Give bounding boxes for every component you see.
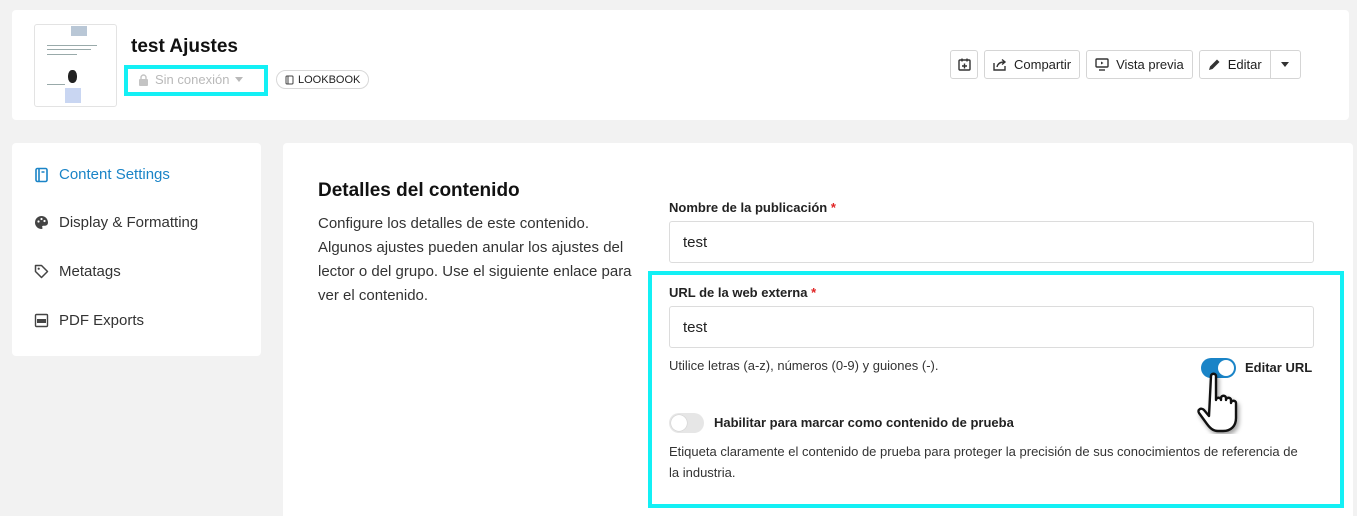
header-toolbar: Compartir Vista previa Editar [950, 50, 1301, 79]
lock-icon [139, 73, 148, 86]
sidebar-item-pdf-exports[interactable]: PDF Exports [34, 312, 144, 329]
edit-label: Editar [1227, 57, 1262, 72]
publication-name-input[interactable]: test [669, 221, 1314, 263]
status-highlight: Sin conexión [124, 65, 268, 96]
required-asterisk: * [811, 285, 817, 300]
pdf-icon [34, 313, 49, 328]
status-dropdown[interactable]: Sin conexión [138, 72, 244, 87]
caret-down-icon [235, 77, 244, 82]
book-icon [35, 167, 48, 182]
content-thumbnail[interactable] [34, 24, 117, 107]
schedule-button[interactable] [950, 50, 978, 79]
section-description: Configure los detalles de este contenido… [318, 215, 632, 304]
book-icon [285, 75, 294, 84]
test-content-toggle[interactable] [669, 413, 704, 433]
publication-name-label: Nombre de la publicación * [669, 200, 836, 215]
tag-icon [34, 264, 49, 279]
badge-label: LOOKBOOK [298, 73, 361, 86]
sidebar-item-content-settings[interactable]: Content Settings [34, 166, 170, 183]
edit-button[interactable]: Editar [1200, 51, 1271, 78]
edit-split-button: Editar [1198, 50, 1301, 79]
sidebar-item-metatags[interactable]: Metatags [34, 263, 121, 280]
share-icon [993, 58, 1007, 71]
content-details-panel: Detalles del contenido Configure los det… [283, 143, 1353, 516]
caret-down-icon [1281, 62, 1290, 67]
external-url-label: URL de la web externa * [669, 285, 817, 300]
required-asterisk: * [830, 200, 836, 215]
status-label: Sin conexión [155, 72, 230, 87]
test-content-description: Etiqueta claramente el contenido de prue… [669, 444, 1298, 480]
sidebar-item-label: PDF Exports [59, 312, 145, 329]
content-header: test Ajustes Sin conexión LOOKBOOK Compa… [12, 10, 1349, 120]
monitor-play-icon [1095, 58, 1109, 71]
calendar-plus-icon [957, 58, 971, 71]
pencil-icon [1208, 59, 1220, 70]
hand-cursor-icon [1197, 372, 1238, 433]
settings-sidebar: Content Settings Display & Formatting Me… [12, 143, 261, 356]
palette-icon [35, 216, 48, 229]
edit-url-label: Editar URL [1245, 360, 1313, 375]
sidebar-item-label: Metatags [59, 263, 121, 280]
edit-menu-button[interactable] [1271, 51, 1300, 78]
url-hint: Utilice letras (a-z), números (0-9) y gu… [669, 358, 939, 373]
type-badge: LOOKBOOK [276, 70, 370, 89]
external-url-input[interactable]: test [669, 306, 1314, 348]
sidebar-item-display-formatting[interactable]: Display & Formatting [34, 214, 198, 231]
share-button[interactable]: Compartir [984, 50, 1081, 79]
share-label: Compartir [1014, 57, 1072, 72]
page-title: test Ajustes [131, 36, 238, 57]
preview-button[interactable]: Vista previa [1086, 50, 1193, 79]
sidebar-item-label: Content Settings [59, 166, 170, 183]
section-title: Detalles del contenido [318, 180, 520, 201]
preview-label: Vista previa [1116, 57, 1184, 72]
test-content-label: Habilitar para marcar como contenido de … [714, 415, 1014, 430]
sidebar-item-label: Display & Formatting [59, 214, 199, 231]
